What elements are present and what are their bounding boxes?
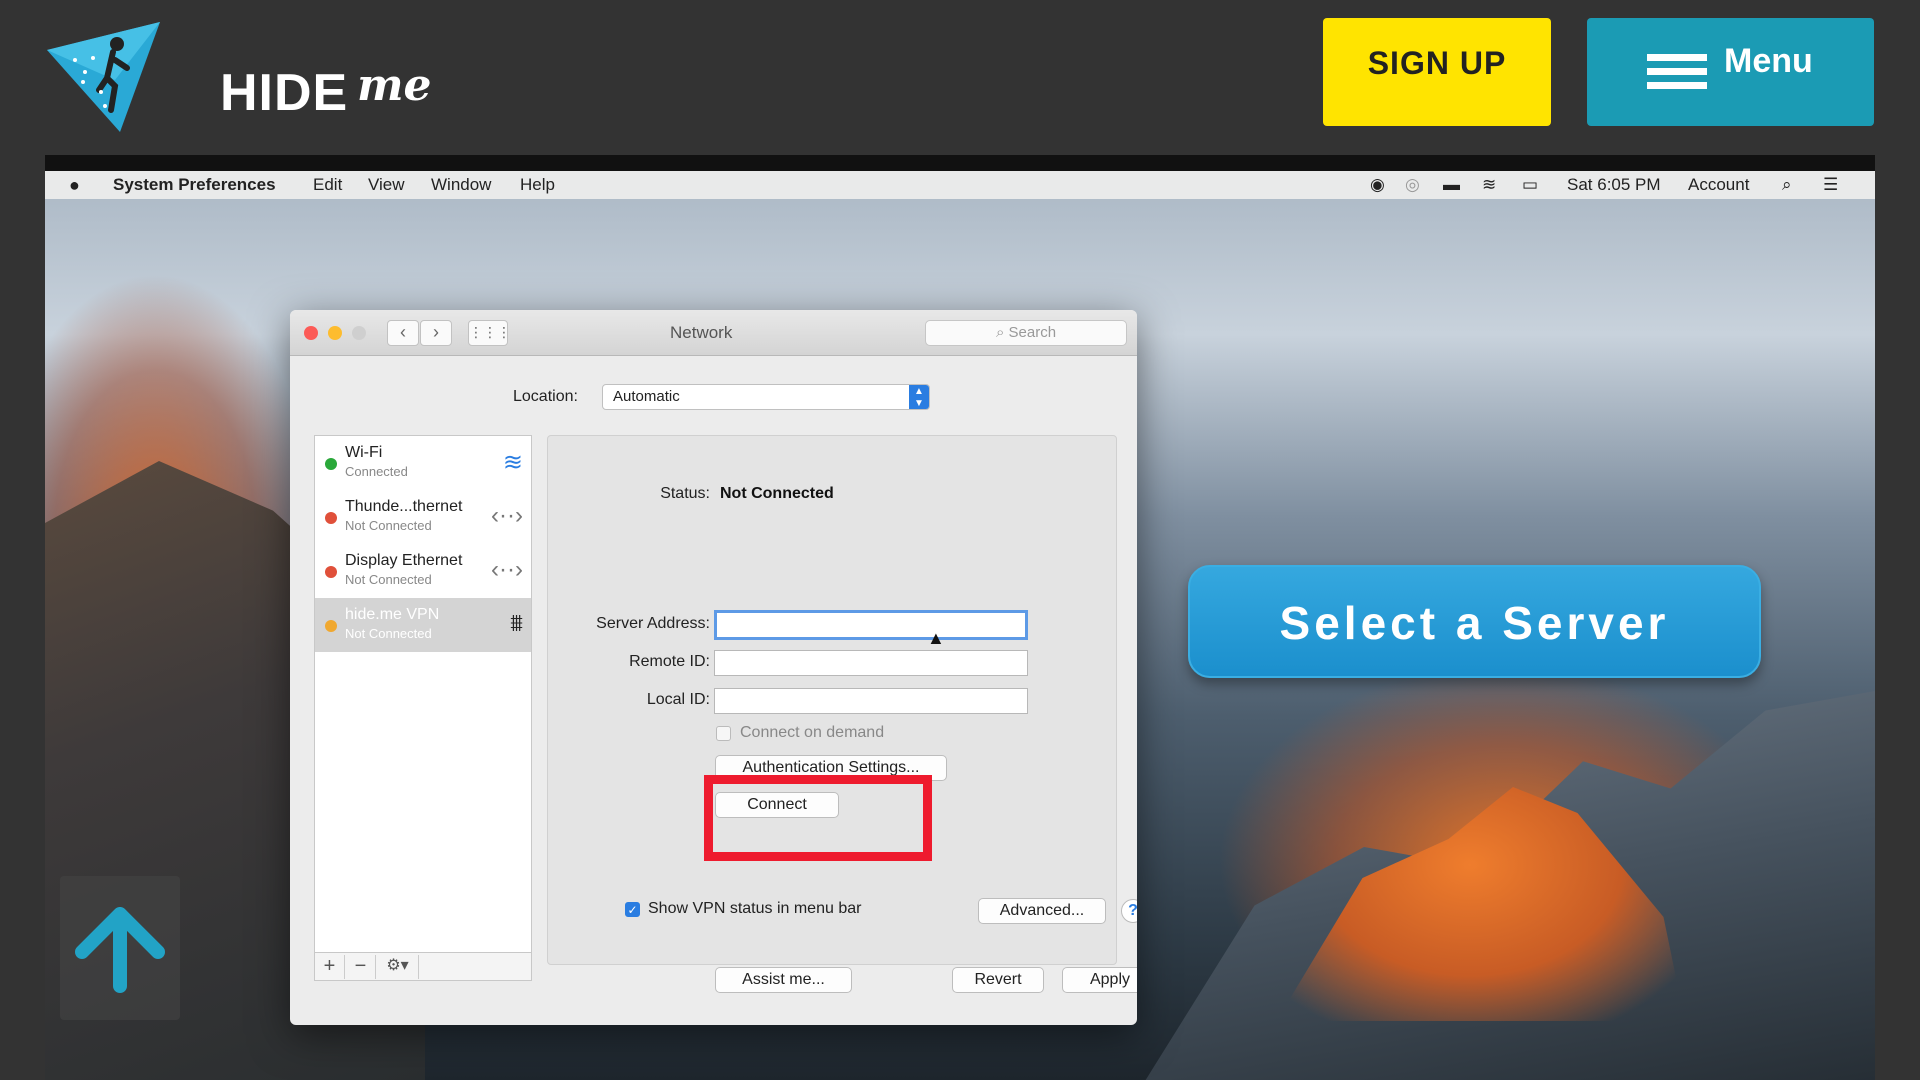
remote-id-input[interactable] — [714, 650, 1028, 676]
search-icon: ⌕ — [995, 324, 1009, 341]
service-status: Not Connected — [345, 572, 432, 587]
revert-button[interactable]: Revert — [952, 967, 1044, 993]
service-list-toolbar: + − ⚙▾ — [314, 953, 532, 981]
remote-id-label: Remote ID: — [629, 653, 710, 670]
show-all-grid-icon[interactable]: ⋮⋮⋮ — [468, 320, 511, 346]
help-question-icon[interactable]: ? — [1121, 899, 1137, 923]
service-name: hide.me VPN — [345, 606, 440, 623]
menu-view[interactable]: View — [368, 175, 405, 195]
logo-me-text: me — [357, 60, 432, 111]
status-overlay-icon[interactable]: ◎ — [1405, 175, 1420, 195]
tutorial-video-frame: ● System Preferences Edit View Window He… — [45, 155, 1875, 1080]
hideme-logo[interactable]: HIDE me — [45, 20, 432, 135]
site-header: HIDE me SIGN UP Menu — [0, 0, 1920, 155]
assist-me-button[interactable]: Assist me... — [715, 967, 852, 993]
hideme-logo-icon — [47, 22, 160, 132]
location-value: Automatic — [613, 388, 680, 405]
menu-edit[interactable]: Edit — [313, 175, 342, 195]
spotlight-search-icon[interactable]: ⌕ — [1782, 175, 1792, 195]
mac-menu-bar: ● System Preferences Edit View Window He… — [45, 171, 1875, 199]
show-vpn-status-checkbox[interactable]: ✓ — [625, 902, 640, 917]
apple-icon[interactable]: ● — [69, 175, 80, 196]
status-display-icon[interactable]: ▬ — [1443, 175, 1460, 195]
window-titlebar[interactable]: ‹ › ⋮⋮⋮ Network ⌕ Search — [290, 310, 1137, 356]
connect-on-demand-checkbox[interactable] — [716, 726, 731, 741]
service-status: Connected — [345, 464, 408, 479]
preferences-search-input[interactable]: ⌕ Search — [925, 320, 1127, 346]
connect-highlight-box — [704, 775, 932, 861]
zoom-window-icon[interactable] — [352, 326, 366, 340]
add-service-plus-icon[interactable]: + — [315, 955, 345, 979]
apply-button[interactable]: Apply — [1062, 967, 1137, 993]
video-top-strip — [45, 155, 1875, 171]
status-dot-red — [325, 566, 337, 578]
ethernet-icon: ‹··› — [491, 556, 523, 583]
status-dot-green — [325, 458, 337, 470]
wifi-icon: ≋ — [502, 449, 523, 476]
remove-service-minus-icon[interactable]: − — [346, 955, 376, 979]
mouse-cursor-icon: ▲ — [927, 628, 945, 648]
logo-text: HIDE — [220, 64, 349, 122]
network-service-list: Wi-Fi Connected ≋ Thunde...thernet Not C… — [314, 435, 532, 953]
status-value: Not Connected — [720, 485, 834, 502]
service-status: Not Connected — [345, 518, 432, 533]
service-item-hideme-vpn[interactable]: hide.me VPN Not Connected ⩩ — [315, 598, 531, 652]
location-select[interactable]: Automatic ▲ ▼ — [602, 384, 930, 410]
service-item-thunderbolt-ethernet[interactable]: Thunde...thernet Not Connected ‹··› — [315, 490, 531, 544]
arrow-up-icon — [75, 907, 165, 993]
service-status: Not Connected — [345, 626, 432, 641]
select-a-server-callout: Select a Server — [1188, 565, 1761, 678]
search-placeholder: Search — [1008, 324, 1057, 341]
advanced-button[interactable]: Advanced... — [978, 898, 1106, 924]
close-window-icon[interactable] — [304, 326, 318, 340]
service-name: Wi-Fi — [345, 444, 383, 461]
menu-button[interactable]: Menu — [1587, 18, 1874, 126]
window-title: Network — [670, 323, 733, 342]
location-label: Location: — [513, 388, 578, 405]
service-name: Thunde...thernet — [345, 498, 463, 515]
select-arrows-icon: ▲ ▼ — [909, 385, 929, 409]
service-item-wifi[interactable]: Wi-Fi Connected ≋ — [315, 436, 531, 490]
status-wifi-icon[interactable]: ≋ — [1482, 175, 1496, 195]
menu-window[interactable]: Window — [431, 175, 491, 195]
vpn-lock-icon: ⩩ — [510, 610, 523, 637]
menu-app-name[interactable]: System Preferences — [113, 175, 276, 195]
minimize-window-icon[interactable] — [328, 326, 342, 340]
local-id-label: Local ID: — [646, 691, 710, 708]
sign-up-button[interactable]: SIGN UP — [1323, 18, 1551, 126]
ethernet-icon: ‹··› — [491, 502, 523, 529]
service-actions-gear-icon[interactable]: ⚙▾ — [377, 955, 419, 979]
status-label: Status: — [660, 485, 710, 502]
menu-label: Menu — [1724, 42, 1813, 80]
show-vpn-status-label: Show VPN status in menu bar — [648, 900, 862, 917]
server-address-input[interactable] — [714, 610, 1028, 640]
server-address-label: Server Address: — [596, 615, 710, 632]
service-item-display-ethernet[interactable]: Display Ethernet Not Connected ‹··› — [315, 544, 531, 598]
network-preferences-window: ‹ › ⋮⋮⋮ Network ⌕ Search Location: Autom… — [290, 310, 1137, 1025]
hamburger-icon — [1647, 54, 1707, 92]
notification-center-icon[interactable]: ☰ — [1823, 175, 1838, 195]
status-dot-red — [325, 512, 337, 524]
status-battery-icon[interactable]: ▭ — [1522, 175, 1538, 195]
connect-on-demand-label: Connect on demand — [740, 724, 885, 741]
scroll-to-top-button[interactable] — [60, 876, 180, 1020]
status-record-icon[interactable]: ◉ — [1370, 175, 1385, 195]
local-id-input[interactable] — [714, 688, 1028, 714]
status-dot-yellow — [325, 620, 337, 632]
menu-account[interactable]: Account — [1688, 175, 1749, 195]
menu-help[interactable]: Help — [520, 175, 555, 195]
forward-arrow-icon[interactable]: › — [420, 320, 452, 346]
service-name: Display Ethernet — [345, 552, 463, 569]
back-arrow-icon[interactable]: ‹ — [387, 320, 419, 346]
menu-clock[interactable]: Sat 6:05 PM — [1567, 175, 1661, 195]
